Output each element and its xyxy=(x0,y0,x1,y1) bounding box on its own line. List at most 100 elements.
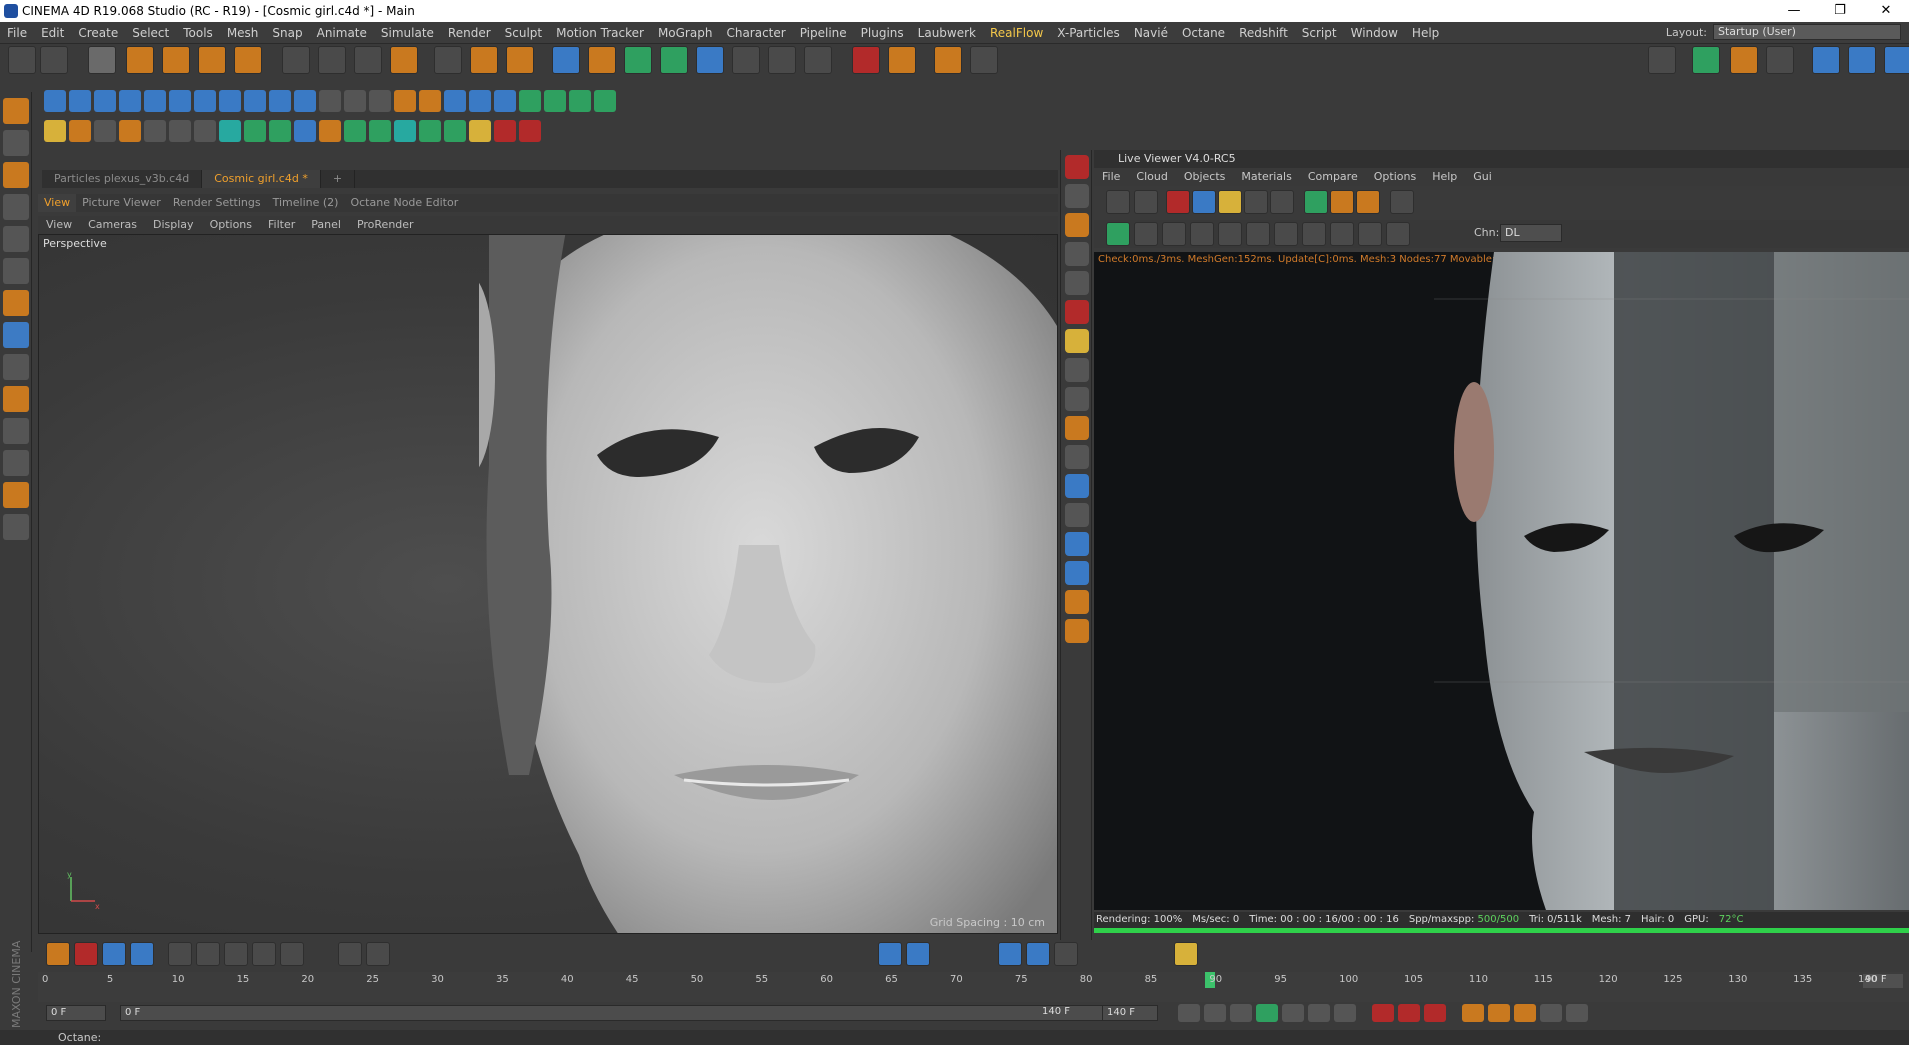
checker-icon[interactable] xyxy=(144,120,166,142)
lv-material-icon[interactable] xyxy=(1330,190,1354,214)
menu-render[interactable]: Render xyxy=(441,26,498,40)
boole-icon[interactable] xyxy=(444,90,466,112)
autokey-icon[interactable] xyxy=(1398,1004,1420,1022)
move-tool-icon[interactable] xyxy=(126,46,154,74)
cone-icon[interactable] xyxy=(144,90,166,112)
fluid-icon[interactable] xyxy=(219,120,241,142)
lv-pick-material-icon[interactable] xyxy=(1356,190,1380,214)
copy-frame-icon[interactable] xyxy=(878,942,902,966)
menu-redshift[interactable]: Redshift xyxy=(1232,26,1295,40)
min-frame-field[interactable]: 0 F xyxy=(120,1005,1120,1021)
circle-spline-icon[interactable] xyxy=(344,90,366,112)
tracer-icon[interactable] xyxy=(569,90,591,112)
torus-icon[interactable] xyxy=(244,90,266,112)
menu-x-particles[interactable]: X-Particles xyxy=(1050,26,1127,40)
menu-create[interactable]: Create xyxy=(71,26,125,40)
t-icon[interactable] xyxy=(319,120,341,142)
knife-icon[interactable] xyxy=(419,90,441,112)
layers-icon[interactable] xyxy=(3,450,29,476)
s-gray-icon[interactable] xyxy=(1065,445,1089,469)
next-frame-icon[interactable] xyxy=(1282,1004,1304,1022)
octane-settings-icon[interactable] xyxy=(1730,46,1758,74)
online-help-icon[interactable] xyxy=(1812,46,1840,74)
restore-button[interactable]: ❐ xyxy=(1817,0,1863,22)
lv-target-icon[interactable] xyxy=(1270,190,1294,214)
cube-bottom-icon[interactable] xyxy=(998,942,1022,966)
redo-icon[interactable] xyxy=(40,46,68,74)
h-icon[interactable] xyxy=(196,942,220,966)
tab-picture-viewer[interactable]: Picture Viewer xyxy=(76,194,167,212)
perspective-viewport[interactable]: Perspective y x Grid Spacing : 10 cm xyxy=(38,234,1058,934)
tree-icon[interactable] xyxy=(244,120,266,142)
record-active-icon[interactable] xyxy=(1372,1004,1394,1022)
lv-record-icon[interactable] xyxy=(1166,190,1190,214)
lv-menu-options[interactable]: Options xyxy=(1366,168,1424,186)
octane-live-viewer-icon[interactable] xyxy=(1065,155,1089,179)
end-frame-field[interactable]: 140 F xyxy=(1102,1005,1158,1021)
menu-motion-tracker[interactable]: Motion Tracker xyxy=(549,26,651,40)
floor-icon[interactable] xyxy=(732,46,760,74)
render-view-icon[interactable] xyxy=(434,46,462,74)
menu-snap[interactable]: Snap xyxy=(265,26,309,40)
globe-bottom-2-icon[interactable] xyxy=(130,942,154,966)
xyz-icon[interactable] xyxy=(1065,329,1089,353)
capsule-icon[interactable] xyxy=(194,90,216,112)
edges-mode-icon[interactable] xyxy=(3,226,29,252)
cube-small-icon[interactable] xyxy=(119,90,141,112)
go-to-start-icon[interactable] xyxy=(1178,1004,1200,1022)
sphere-icon[interactable] xyxy=(94,90,116,112)
menu-realflow[interactable]: RealFlow xyxy=(983,26,1050,40)
close-button[interactable]: ✕ xyxy=(1863,0,1909,22)
menu-sculpt[interactable]: Sculpt xyxy=(498,26,549,40)
next-key-icon[interactable] xyxy=(1308,1004,1330,1022)
workplane-lock-icon[interactable] xyxy=(3,418,29,444)
lv-r-icon[interactable] xyxy=(1190,222,1214,246)
start-frame-field[interactable]: 0 F xyxy=(46,1005,106,1021)
palette-icon[interactable] xyxy=(1054,942,1078,966)
xp-modifier-icon[interactable] xyxy=(394,120,416,142)
go-to-end-icon[interactable] xyxy=(1334,1004,1356,1022)
menu-laubwerk[interactable]: Laubwerk xyxy=(911,26,983,40)
menu-script[interactable]: Script xyxy=(1295,26,1344,40)
cloner-icon[interactable] xyxy=(660,46,688,74)
menu-select[interactable]: Select xyxy=(125,26,176,40)
counter-icon[interactable] xyxy=(3,514,29,540)
globe-bottom-icon[interactable] xyxy=(102,942,126,966)
z-axis-icon[interactable] xyxy=(354,46,382,74)
play-icon[interactable] xyxy=(1256,1004,1278,1022)
layout-dropdown[interactable]: Startup (User) xyxy=(1713,24,1901,40)
figure-v-icon[interactable] xyxy=(1065,387,1089,411)
deformer-icon[interactable] xyxy=(696,46,724,74)
tab-cosmic-girl[interactable]: Cosmic girl.c4d * xyxy=(202,170,321,188)
tube-icon[interactable] xyxy=(269,90,291,112)
lv-refresh-icon[interactable] xyxy=(1304,190,1328,214)
minimize-button[interactable]: — xyxy=(1771,0,1817,22)
light-icon[interactable] xyxy=(804,46,832,74)
rotate-tool-icon[interactable] xyxy=(198,46,226,74)
pipe-icon[interactable] xyxy=(1026,942,1050,966)
rectangle-spline-icon[interactable] xyxy=(369,90,391,112)
lv-sun-icon[interactable] xyxy=(1218,190,1242,214)
channel-select[interactable]: DL xyxy=(1500,224,1562,242)
tweak-mode-icon[interactable] xyxy=(3,322,29,348)
lv-menu-help[interactable]: Help xyxy=(1424,168,1465,186)
tab-octane-node-editor[interactable]: Octane Node Editor xyxy=(344,194,464,212)
lv-frame-2-icon[interactable] xyxy=(1330,222,1354,246)
vp-menu-display[interactable]: Display xyxy=(145,216,202,234)
text-icon[interactable] xyxy=(69,120,91,142)
xp-cache-icon[interactable] xyxy=(419,120,441,142)
add-tab-button[interactable]: + xyxy=(321,170,356,188)
refresh-icon[interactable] xyxy=(1065,271,1089,295)
render-to-picture-viewer-icon[interactable] xyxy=(470,46,498,74)
lv-menu-compare[interactable]: Compare xyxy=(1300,168,1366,186)
key-rotation-icon[interactable] xyxy=(1514,1004,1536,1022)
polygons-mode-icon[interactable] xyxy=(3,258,29,284)
menu-mograph[interactable]: MoGraph xyxy=(651,26,720,40)
grid-icon[interactable] xyxy=(168,942,192,966)
menu-window[interactable]: Window xyxy=(1344,26,1405,40)
effector-icon[interactable] xyxy=(594,90,616,112)
globe-icon[interactable] xyxy=(1065,532,1089,556)
world-icon[interactable] xyxy=(1065,561,1089,585)
lv-pin-icon[interactable] xyxy=(1358,222,1382,246)
pyramid-icon[interactable] xyxy=(169,90,191,112)
